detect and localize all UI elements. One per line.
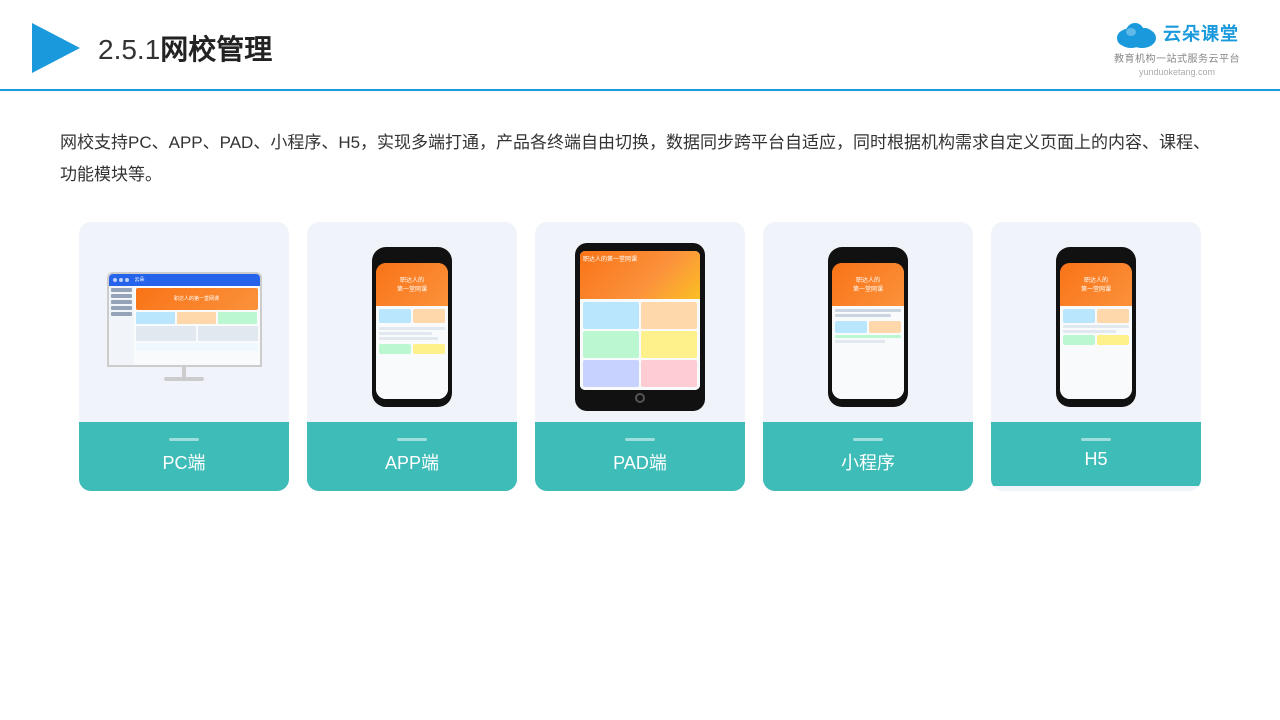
h5-mockup: 职达人的第一堂网课 <box>1056 247 1136 407</box>
h5-screen: 职达人的第一堂网课 <box>1060 263 1132 399</box>
phone-notch <box>858 252 878 257</box>
card-h5-image: 职达人的第一堂网课 <box>991 222 1201 422</box>
miniapp-mockup: 职达人的第一堂网课 <box>828 247 908 407</box>
page-title: 2.5.1网校管理 <box>98 28 272 68</box>
card-pc-image: 云朵 职达人的第一堂网课 <box>79 222 289 422</box>
card-pc-label: PC端 <box>79 422 289 491</box>
app-mockup: 职达人的第一堂网课 <box>372 247 452 407</box>
card-miniapp-image: 职达人的第一堂网课 <box>763 222 973 422</box>
cloud-logo-icon <box>1115 18 1159 48</box>
card-pc: 云朵 职达人的第一堂网课 <box>79 222 289 491</box>
card-pad: 职达人的第一堂网课 PAD端 <box>535 222 745 491</box>
card-h5: 职达人的第一堂网课 <box>991 222 1201 491</box>
card-app-image: 职达人的第一堂网课 <box>307 222 517 422</box>
platform-cards: 云朵 职达人的第一堂网课 <box>0 212 1280 491</box>
app-screen: 职达人的第一堂网课 <box>376 263 448 399</box>
play-icon <box>30 19 82 77</box>
card-miniapp: 职达人的第一堂网课 小程序 <box>763 222 973 491</box>
description-section: 网校支持PC、APP、PAD、小程序、H5，实现多端打通，产品各终端自由切换，数… <box>0 91 1280 212</box>
tablet-home-button <box>635 393 645 403</box>
card-pad-label: PAD端 <box>535 422 745 491</box>
card-label-decoration <box>1081 438 1111 441</box>
card-label-decoration <box>853 438 883 441</box>
phone-notch <box>1086 252 1106 257</box>
card-label-decoration <box>397 438 427 441</box>
logo-text: 云朵课堂 <box>1163 20 1239 46</box>
logo-tagline: 教育机构一站式服务云平台 <box>1114 50 1240 65</box>
card-pad-image: 职达人的第一堂网课 <box>535 222 745 422</box>
card-h5-label: H5 <box>991 422 1201 486</box>
phone-notch <box>402 252 422 257</box>
card-app: 职达人的第一堂网课 <box>307 222 517 491</box>
logo: 云朵课堂 <box>1115 18 1239 48</box>
miniapp-screen: 职达人的第一堂网课 <box>832 263 904 399</box>
description-text: 网校支持PC、APP、PAD、小程序、H5，实现多端打通，产品各终端自由切换，数… <box>60 127 1220 192</box>
card-miniapp-label: 小程序 <box>763 422 973 491</box>
header: 2.5.1网校管理 云朵课堂 教育机构一站式服务云平台 yunduoketang… <box>0 0 1280 91</box>
logo-url: yunduoketang.com <box>1139 67 1215 77</box>
pc-mockup: 云朵 职达人的第一堂网课 <box>107 272 262 382</box>
tablet-screen: 职达人的第一堂网课 <box>580 251 700 390</box>
header-left: 2.5.1网校管理 <box>30 19 272 77</box>
pad-mockup: 职达人的第一堂网课 <box>575 243 705 411</box>
card-label-decoration <box>625 438 655 441</box>
card-label-decoration <box>169 438 199 441</box>
card-app-label: APP端 <box>307 422 517 491</box>
logo-area: 云朵课堂 教育机构一站式服务云平台 yunduoketang.com <box>1114 18 1240 77</box>
